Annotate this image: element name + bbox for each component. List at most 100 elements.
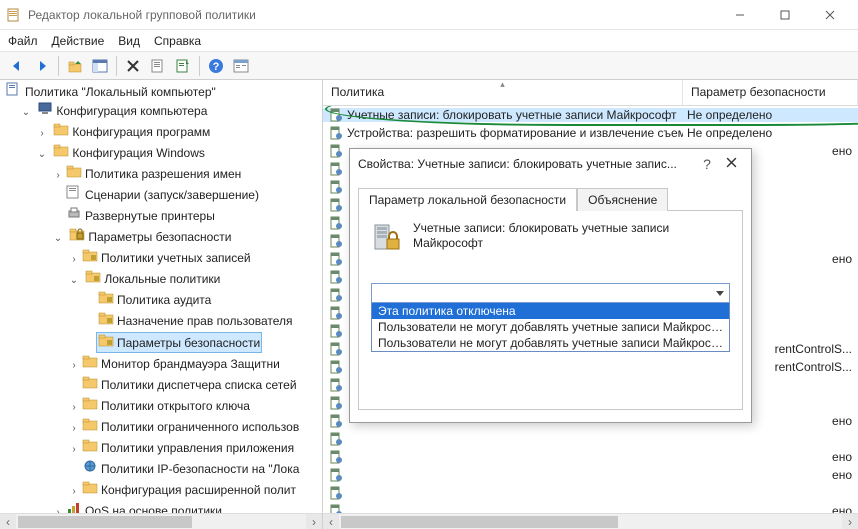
tree-security-settings[interactable]: Параметры безопасности (67, 227, 233, 246)
tree-user-rights[interactable]: Назначение прав пользователя (96, 311, 295, 330)
tab-local-security-setting[interactable]: Параметр локальной безопасности (358, 188, 577, 211)
scroll-left-button[interactable]: ‹ (0, 514, 16, 529)
help-button[interactable]: ? (205, 55, 227, 77)
scroll-track[interactable] (339, 514, 842, 529)
server-security-icon (371, 221, 403, 253)
up-button[interactable] (64, 55, 86, 77)
tree-horizontal-scrollbar[interactable]: ‹ › (0, 513, 322, 529)
maximize-button[interactable] (762, 1, 807, 29)
folder-icon (82, 396, 98, 415)
column-setting[interactable]: Параметр безопасности (683, 80, 858, 105)
menu-action[interactable]: Действие (52, 34, 105, 48)
scroll-right-button[interactable]: › (306, 514, 322, 529)
tree-expander[interactable]: ⌄ (20, 104, 32, 122)
combobox-option[interactable]: Пользователи не могут добавлять учетные … (372, 319, 729, 335)
menu-file[interactable]: Файл (8, 34, 38, 48)
network-icon (82, 459, 98, 478)
folder-icon (82, 438, 98, 457)
tree-expander[interactable]: › (68, 251, 80, 269)
close-button[interactable] (807, 1, 852, 29)
tree-app-control[interactable]: Политики управления приложения (80, 438, 296, 457)
tree-network-list-manager[interactable]: Политики диспетчера списка сетей (80, 375, 299, 394)
tree-scripts[interactable]: Сценарии (запуск/завершение) (64, 185, 261, 204)
policy-icon (329, 198, 343, 212)
scroll-track[interactable] (16, 514, 306, 529)
export-button[interactable] (172, 55, 194, 77)
scroll-thumb[interactable] (18, 516, 192, 528)
security-folder-icon (98, 311, 114, 330)
folder-icon (82, 480, 98, 499)
dialog-close-button[interactable] (719, 157, 743, 171)
policy-row[interactable] (323, 430, 858, 448)
menu-view[interactable]: Вид (118, 34, 140, 48)
tree-expander[interactable]: › (68, 483, 80, 501)
policy-icon (329, 432, 343, 446)
dialog-titlebar[interactable]: Свойства: Учетные записи: блокировать уч… (350, 149, 751, 179)
policy-value-tail: rentControlS... (775, 342, 852, 356)
policy-value-combobox[interactable] (371, 283, 730, 303)
delete-button[interactable] (122, 55, 144, 77)
policy-icon (329, 288, 343, 302)
tree-security-options[interactable]: Параметры безопасности (96, 332, 262, 353)
tree-program-config[interactable]: Конфигурация программ (51, 122, 212, 141)
column-policy[interactable]: ▴ Политика (323, 80, 683, 105)
properties-dialog: Свойства: Учетные записи: блокировать уч… (349, 148, 752, 423)
tree-expander[interactable]: › (68, 399, 80, 417)
tree-expander[interactable]: ⌄ (36, 146, 48, 164)
tree-local-policies[interactable]: Локальные политики (83, 269, 222, 288)
tree-expander[interactable]: › (52, 167, 64, 185)
policy-row[interactable]: ено (323, 466, 858, 484)
policy-row[interactable]: ено (323, 448, 858, 466)
toolbar-separator (58, 56, 59, 76)
tree-public-key[interactable]: Политики открытого ключа (80, 396, 252, 415)
policy-icon (6, 82, 22, 101)
policy-row[interactable] (323, 484, 858, 502)
tree-label: Конфигурация расширенной полит (101, 481, 296, 499)
scroll-thumb[interactable] (341, 516, 618, 528)
scripts-icon (66, 185, 82, 204)
scroll-left-button[interactable]: ‹ (323, 514, 339, 529)
back-button[interactable] (6, 55, 28, 77)
tree-advanced-audit[interactable]: Конфигурация расширенной полит (80, 480, 298, 499)
tree-expander[interactable]: › (68, 420, 80, 438)
combobox-dropdown-button[interactable] (711, 284, 729, 302)
combobox-dropdown-list[interactable]: Эта политика отключена Пользователи не м… (371, 303, 730, 352)
scroll-right-button[interactable]: › (842, 514, 858, 529)
tab-explanation[interactable]: Объяснение (577, 188, 668, 211)
tree-expander[interactable]: ⌄ (68, 272, 80, 290)
filter-button[interactable] (230, 55, 252, 77)
forward-button[interactable] (31, 55, 53, 77)
tree-pane[interactable]: Политика "Локальный компьютер" ⌄ Конфигу… (0, 80, 323, 529)
tree-label: Политика аудита (117, 291, 211, 309)
policy-icon (329, 234, 343, 248)
properties-button[interactable] (147, 55, 169, 77)
menu-help[interactable]: Справка (154, 34, 201, 48)
tree-account-policies[interactable]: Политики учетных записей (80, 248, 253, 267)
policy-row[interactable]: Учетные записи: блокировать учетные запи… (323, 106, 858, 124)
tree-label: Политики ограниченного использов (101, 418, 299, 436)
tree-expander[interactable]: › (68, 357, 80, 375)
tree-software-restriction[interactable]: Политики ограниченного использов (80, 417, 301, 436)
tree-expander[interactable]: ⌄ (52, 230, 64, 248)
tree-deployed-printers[interactable]: Развернутые принтеры (64, 206, 217, 225)
tree-audit-policy[interactable]: Политика аудита (96, 290, 213, 309)
tree-expander[interactable]: › (68, 441, 80, 459)
tree-ipsec[interactable]: Политики IP-безопасности на "Лока (80, 459, 301, 478)
tree-computer-config[interactable]: Конфигурация компьютера (35, 101, 209, 120)
policy-icon (329, 396, 343, 410)
combobox-option[interactable]: Пользователи не могут добавлять учетные … (372, 335, 729, 351)
tree-label: Локальные политики (104, 270, 220, 288)
combobox-option[interactable]: Эта политика отключена (372, 303, 729, 319)
tree-firewall-monitor[interactable]: Монитор брандмауэра Защитни (80, 354, 282, 373)
tree-windows-config[interactable]: Конфигурация Windows (51, 143, 207, 162)
tree-name-resolution[interactable]: Политика разрешения имен (64, 164, 243, 183)
show-hide-tree-button[interactable] (89, 55, 111, 77)
policy-row[interactable]: Устройства: разрешить форматирование и и… (323, 124, 858, 142)
dialog-help-button[interactable]: ? (695, 156, 719, 172)
minimize-button[interactable] (717, 1, 762, 29)
security-folder-icon (69, 227, 85, 246)
list-horizontal-scrollbar[interactable]: ‹ › (323, 513, 858, 529)
policy-value-tail: ено (832, 252, 852, 266)
tree-root[interactable]: Политика "Локальный компьютер" (4, 82, 218, 101)
tree-expander[interactable]: › (36, 125, 48, 143)
